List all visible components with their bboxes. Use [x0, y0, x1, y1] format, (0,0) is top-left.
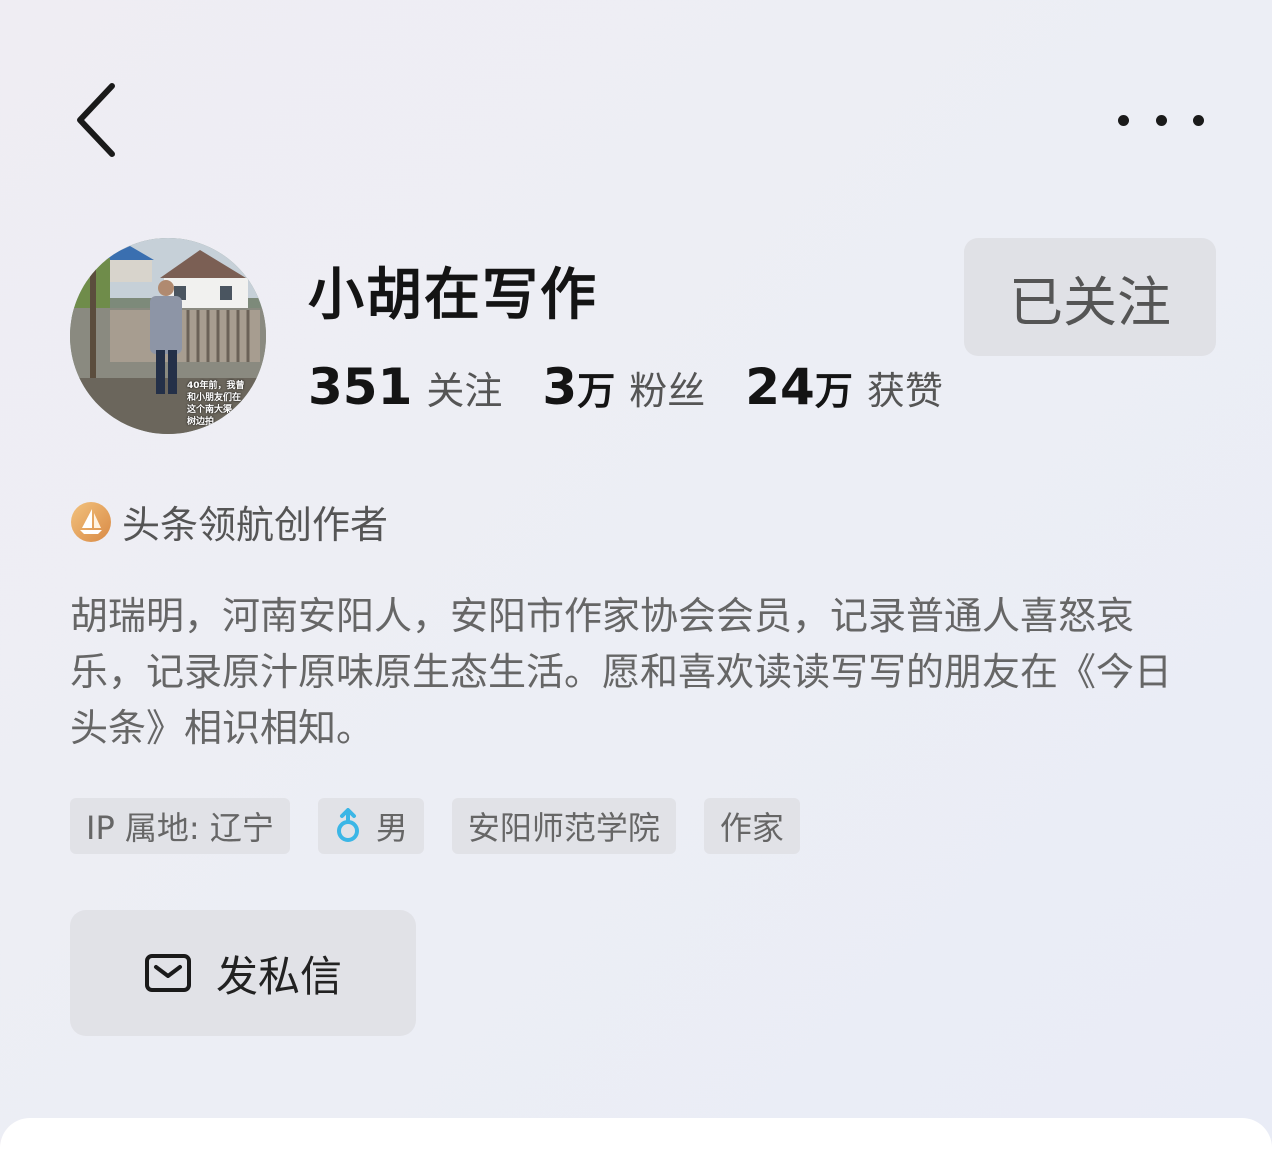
school-label: 安阳师范学院	[467, 809, 660, 847]
content-sheet-edge	[0, 1118, 1272, 1158]
chevron-left-icon	[77, 83, 115, 157]
stat-label: 粉丝	[629, 369, 706, 413]
stat-following[interactable]: 351 关注	[308, 358, 502, 416]
stat-followers[interactable]: 3 万 粉丝	[542, 358, 705, 416]
ip-location-label: IP 属地: 辽宁	[86, 809, 274, 847]
stat-label: 关注	[426, 369, 503, 413]
occupation-label: 作家	[719, 809, 784, 847]
stat-unit: 万	[577, 369, 616, 413]
stat-number: 3	[542, 358, 578, 416]
stat-likes[interactable]: 24 万 获赞	[745, 358, 943, 416]
avatar-caption: 40年前，我曾 和小朋友们在 这个南大渠 树边拍	[187, 381, 245, 427]
mail-icon	[144, 954, 191, 992]
male-icon	[336, 808, 359, 842]
more-options-button[interactable]	[1118, 100, 1204, 140]
send-message-button[interactable]: 发私信	[70, 910, 416, 1036]
stat-label: 获赞	[866, 369, 943, 413]
send-message-label: 发私信	[215, 951, 342, 1001]
occupation-tag[interactable]: 作家	[703, 798, 800, 854]
back-button[interactable]	[70, 80, 130, 160]
avatar[interactable]: 40年前，我曾 和小朋友们在 这个南大渠 树边拍	[70, 238, 266, 434]
more-dots-icon	[1118, 114, 1129, 126]
stat-number: 24	[745, 358, 815, 416]
bio-text: 胡瑞明，河南安阳人，安阳市作家协会会员，记录普通人喜怒哀乐，记录原汁原味原生态生…	[70, 594, 1173, 750]
stat-number: 351	[308, 358, 413, 416]
follow-button[interactable]: 已关注	[964, 238, 1216, 356]
school-tag[interactable]: 安阳师范学院	[451, 798, 676, 854]
stat-unit: 万	[814, 369, 853, 413]
more-dot	[1193, 114, 1204, 126]
ip-location-tag: IP 属地: 辽宁	[70, 798, 290, 854]
username: 小胡在写作	[308, 263, 598, 328]
gender-label: 男	[375, 809, 408, 847]
sailboat-badge-icon	[71, 501, 111, 542]
gender-tag: 男	[317, 798, 424, 854]
creator-badge[interactable]: 头条领航创作者	[70, 494, 388, 549]
tags-row: IP 属地: 辽宁 男 安阳师范学院 作家	[70, 798, 828, 854]
more-dot	[1155, 114, 1167, 126]
stats-row: 351 关注 3 万 粉丝 24 万 获赞	[308, 358, 983, 416]
badge-label: 头条领航创作者	[122, 503, 389, 547]
